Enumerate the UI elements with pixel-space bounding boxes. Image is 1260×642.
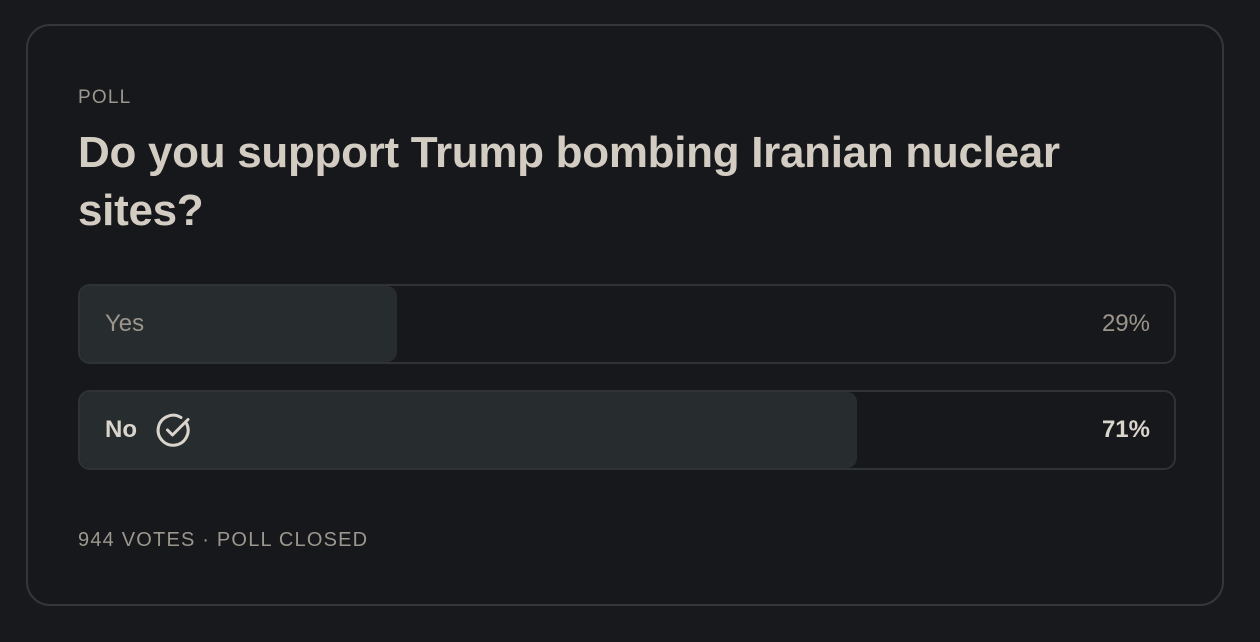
option-label: Yes: [105, 310, 145, 337]
option-result-bar: [80, 392, 857, 468]
option-label: No: [105, 416, 137, 443]
poll-option-no[interactable]: No 71%: [78, 390, 1176, 470]
poll-footer: 944 VOTES · POLL CLOSED: [78, 529, 369, 551]
poll-card: POLL Do you support Trump bombing Irania…: [26, 24, 1224, 606]
poll-option-yes[interactable]: Yes 29%: [78, 284, 1176, 364]
poll-label: POLL: [78, 87, 132, 108]
check-circle-icon: [155, 411, 193, 449]
option-percent: 29%: [1101, 310, 1150, 337]
option-percent: 71%: [1101, 416, 1150, 443]
poll-question: Do you support Trump bombing Iranian nuc…: [78, 128, 1060, 235]
